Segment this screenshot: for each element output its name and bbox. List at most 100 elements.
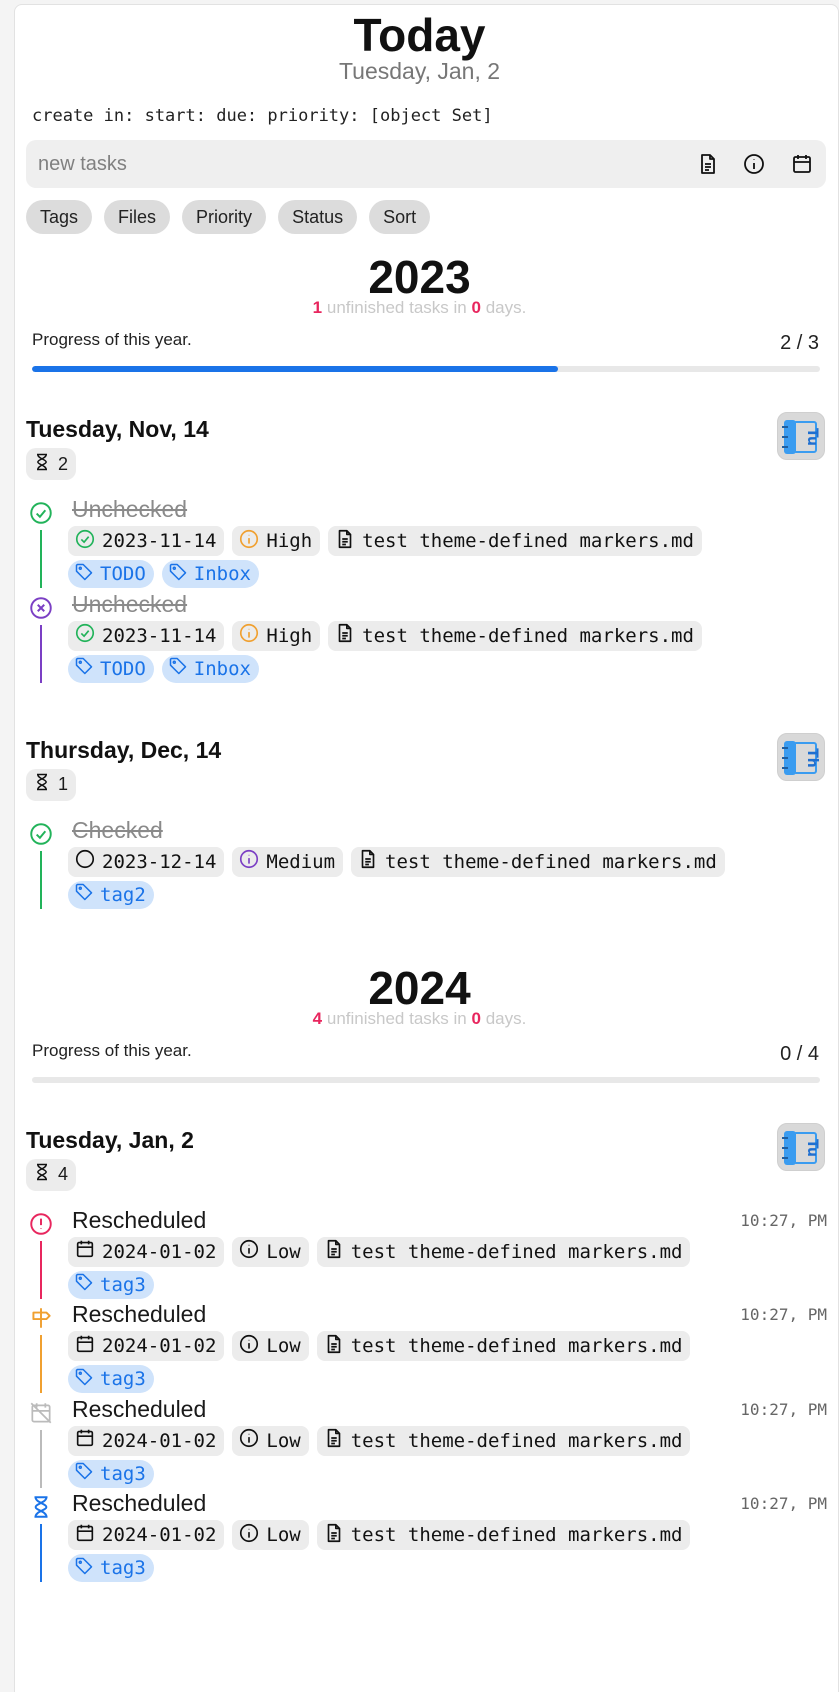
files-filter-button[interactable]: Files [104,200,171,234]
task-title[interactable]: Rescheduled [72,1301,206,1328]
priority-filter-button[interactable]: Priority [182,200,267,234]
task-title[interactable]: Unchecked [72,496,187,523]
tag-chip[interactable]: Inbox [161,654,259,683]
status-filter-button[interactable]: Status [278,200,358,234]
task-line [40,1429,42,1488]
day-task-count: 2 [26,448,77,480]
task-meta: 2024-01-02 Low test theme-defined markers.… [68,1236,691,1267]
priority-chip[interactable]: Medium [232,846,344,877]
calendar-icon[interactable] [790,152,814,176]
tag-icon [74,656,94,681]
priority-chip[interactable]: Low [232,1236,309,1267]
tag-chip[interactable]: tag3 [68,1365,154,1393]
info-icon [238,848,260,875]
tag-chip[interactable]: tag3 [68,1270,154,1299]
calendar-icon [74,1238,96,1265]
tag-icon [168,562,188,587]
year-stats: 4 unfinished tasks in 0 days. [0,1009,839,1029]
tag-chip[interactable]: tag3 [68,1554,154,1582]
priority-chip[interactable]: High [232,526,321,556]
task-title[interactable]: Checked [72,817,163,844]
tag-chip[interactable]: TODO [68,560,154,588]
calendar-off-icon[interactable] [28,1400,54,1426]
info-icon[interactable] [742,152,766,176]
date-chip[interactable]: 2024-01-02 [68,1236,225,1267]
progress-count: 2 / 3 [780,332,819,354]
thursday-badge-icon[interactable]: Th [777,732,825,781]
info-icon [238,1238,260,1265]
date-chip-label: 2024-01-02 [102,1240,217,1263]
tag-icon [74,1461,94,1486]
date-chip[interactable]: 2024-01-02 [68,1520,225,1550]
task-line [40,1335,42,1393]
date-chip[interactable]: 2024-01-02 [68,1331,225,1361]
date-chip-label: 2024-01-02 [102,1429,217,1452]
date-chip[interactable]: 2023-11-14 [68,526,225,556]
task-title[interactable]: Rescheduled [72,1207,206,1234]
tag-chip[interactable]: tag3 [68,1459,154,1488]
date-chip[interactable]: 2023-11-14 [68,620,225,651]
task-title[interactable]: Rescheduled [72,1396,206,1423]
file-chip[interactable]: test theme-defined markers.md [328,526,702,556]
hourglass-icon [32,771,52,798]
tag-chip[interactable]: TODO [68,654,154,683]
file-chip[interactable]: test theme-defined markers.md [316,1425,691,1456]
task-title[interactable]: Unchecked [72,591,187,618]
priority-chip[interactable]: Low [232,1425,309,1456]
task-tags: tag2 [68,880,154,909]
file-chip[interactable]: test theme-defined markers.md [351,846,725,877]
tag-label: tag3 [100,1368,146,1390]
task-tags: TODO Inbox [68,560,259,588]
priority-chip[interactable]: Low [232,1331,309,1361]
file-icon [323,1333,345,1360]
day-title: Tuesday, Jan, 2 [26,1126,194,1153]
file-chip[interactable]: test theme-defined markers.md [316,1236,691,1267]
task-tags: TODO Inbox [68,654,259,683]
file-icon [323,1522,345,1549]
sort-button[interactable]: Sort [369,200,431,234]
day-title: Thursday, Dec, 14 [26,736,222,763]
task-meta: 2023-11-14 High test theme-defined markers… [68,526,702,556]
priority-chip[interactable]: Low [232,1520,309,1550]
tag-icon [168,656,188,681]
tuesday-badge-icon[interactable]: Tu [777,1122,825,1171]
info-icon [238,1427,260,1454]
calendar-icon [74,1427,96,1454]
file-chip-label: test theme-defined markers.md [362,530,694,552]
tags-filter-button[interactable]: Tags [26,200,93,234]
tag-chip[interactable]: Inbox [161,560,259,588]
tuesday-badge-icon[interactable]: Tu [777,412,825,460]
tag-label: tag3 [100,1462,146,1485]
task-time: 10:27, PM [740,1494,827,1513]
file-chip[interactable]: test theme-defined markers.md [328,620,702,651]
priority-chip[interactable]: High [232,620,321,651]
tag-chip[interactable]: tag2 [68,880,154,909]
info-icon [238,1522,260,1549]
tag-label: TODO [100,563,146,585]
file-icon[interactable] [696,152,720,176]
new-task-bar [26,140,826,188]
signpost-icon[interactable] [28,1305,54,1331]
check-circle-icon[interactable] [28,500,54,526]
x-circle-icon[interactable] [28,595,54,621]
file-chip[interactable]: test theme-defined markers.md [316,1520,691,1550]
date-chip-label: 2023-11-14 [102,530,217,552]
info-icon [238,622,260,649]
date-chip[interactable]: 2024-01-02 [68,1425,225,1456]
page-title: Today [353,9,486,61]
alert-circle-icon[interactable] [28,1211,54,1237]
day-count-value: 1 [58,774,69,794]
day-count-value: 4 [58,1164,69,1184]
days-text: days. [485,298,527,317]
date-chip[interactable]: 2023-12-14 [68,846,225,877]
priority-chip-label: Low [266,1429,301,1452]
date-chip-label: 2023-12-14 [102,850,217,873]
file-chip[interactable]: test theme-defined markers.md [316,1331,691,1361]
new-task-input[interactable] [38,148,678,180]
task-title[interactable]: Rescheduled [72,1490,206,1517]
task-tags: tag3 [68,1365,154,1393]
hourglass-icon[interactable] [28,1494,54,1520]
day-title: Tuesday, Nov, 14 [26,416,209,442]
task-meta: 2023-12-14 Medium test theme-defined marke… [68,846,725,877]
check-circle-icon[interactable] [28,821,54,847]
